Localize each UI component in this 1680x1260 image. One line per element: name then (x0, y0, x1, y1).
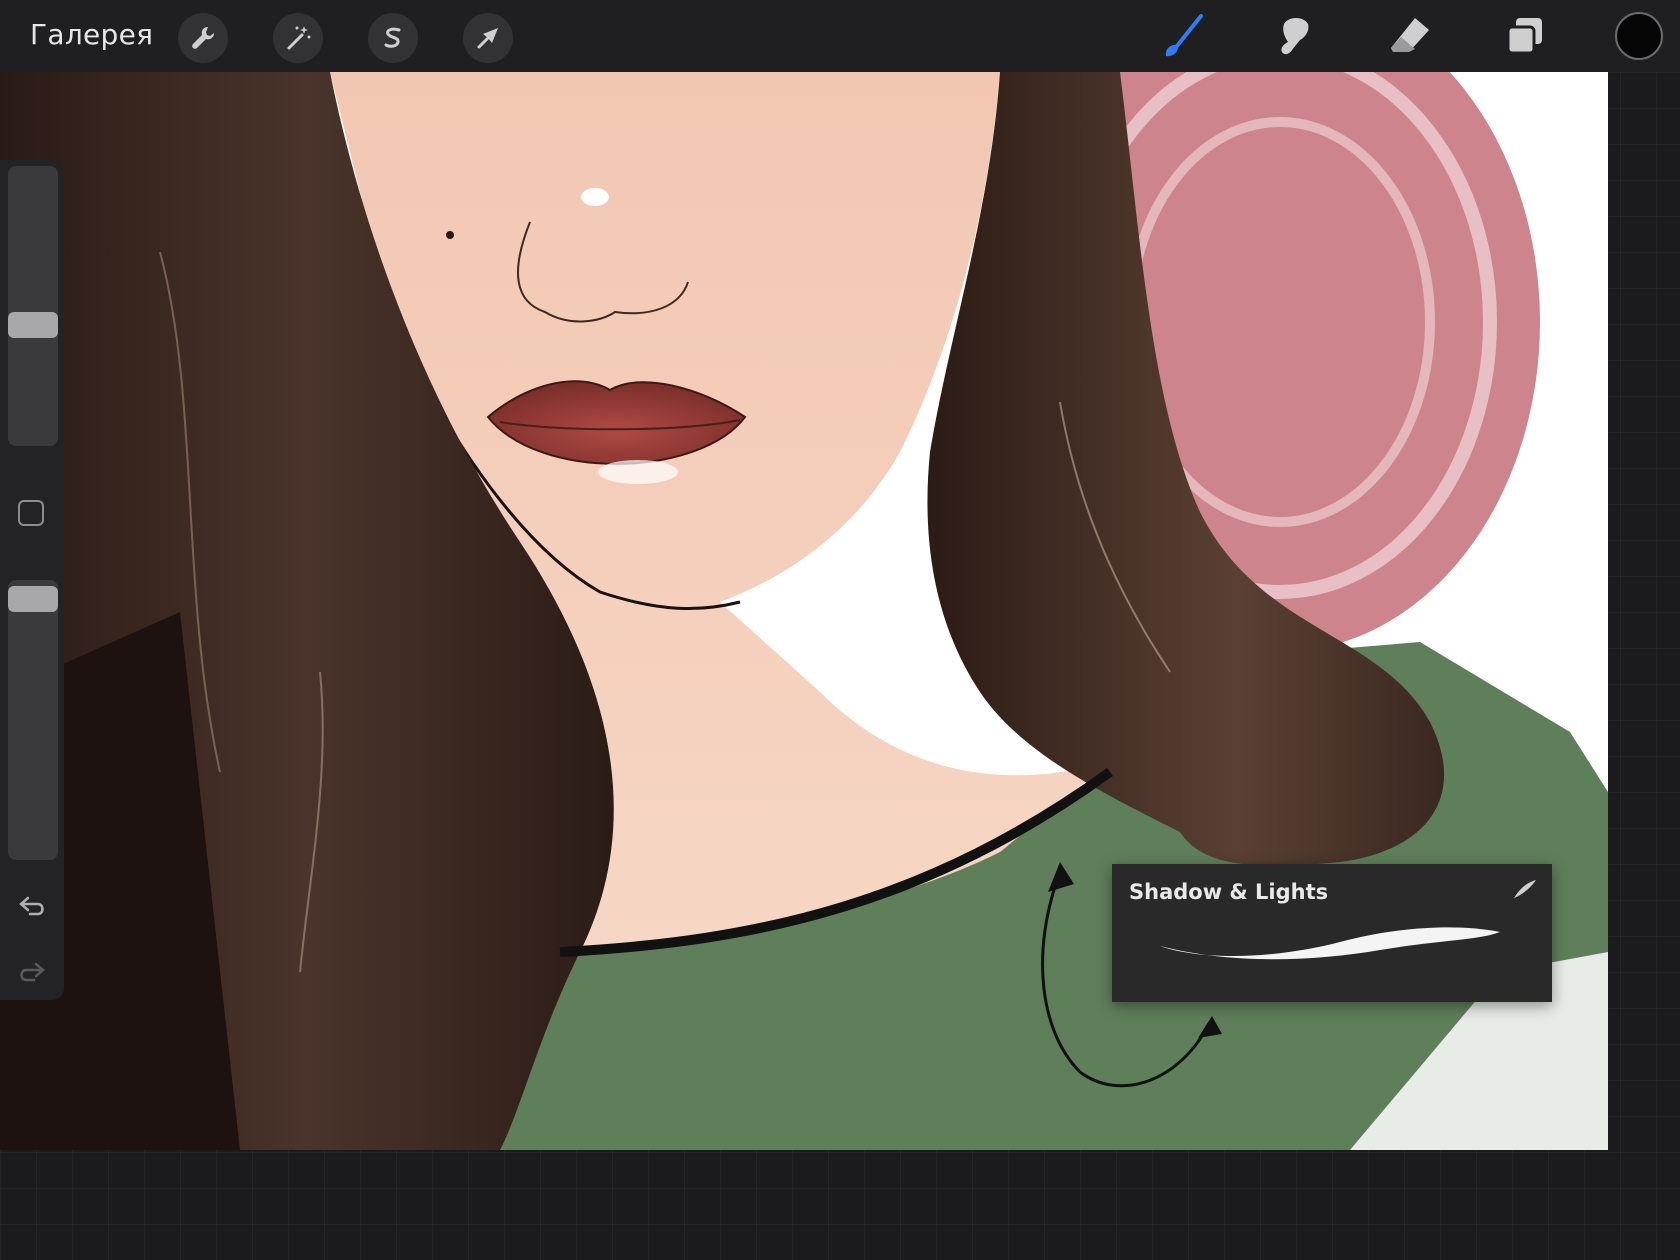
modify-button[interactable] (18, 500, 44, 526)
smudge-tool-button[interactable] (1270, 12, 1320, 62)
color-picker-button[interactable] (1615, 12, 1663, 60)
brush-icon (1165, 14, 1203, 57)
transform-button[interactable] (463, 13, 513, 63)
gallery-button[interactable]: Галерея (30, 18, 153, 51)
layers-icon (1506, 18, 1542, 55)
brush-tool-button[interactable] (1157, 12, 1207, 62)
selection-button[interactable] (368, 13, 418, 63)
brush-opacity-thumb[interactable] (8, 586, 58, 612)
undo-button[interactable] (16, 890, 48, 926)
smudge-finger-icon (1281, 18, 1309, 55)
brush-size-thumb[interactable] (8, 312, 58, 338)
eraser-tool-button[interactable] (1385, 12, 1435, 62)
magic-wand-icon (287, 26, 311, 50)
brush-opacity-slider[interactable] (8, 580, 58, 860)
wrench-icon (192, 26, 215, 49)
brush-type-icon (1514, 880, 1536, 898)
brush-name-label: Shadow & Lights (1129, 880, 1329, 904)
adjustments-button[interactable] (273, 13, 323, 63)
brush-size-slider[interactable] (8, 166, 58, 446)
selection-s-icon (384, 27, 401, 48)
redo-arrow-icon (20, 962, 45, 982)
layers-button[interactable] (1500, 12, 1550, 62)
arrow-cursor-icon (477, 28, 498, 49)
brush-preview-popup: Shadow & Lights (1112, 864, 1552, 1002)
redo-button[interactable] (16, 956, 48, 992)
top-toolbar: Галерея (0, 0, 1680, 72)
brush-sidebar (0, 160, 64, 1000)
eraser-icon (1391, 18, 1429, 52)
actions-button[interactable] (178, 13, 228, 63)
undo-arrow-icon (19, 896, 44, 916)
brush-stroke-preview (1160, 927, 1500, 960)
